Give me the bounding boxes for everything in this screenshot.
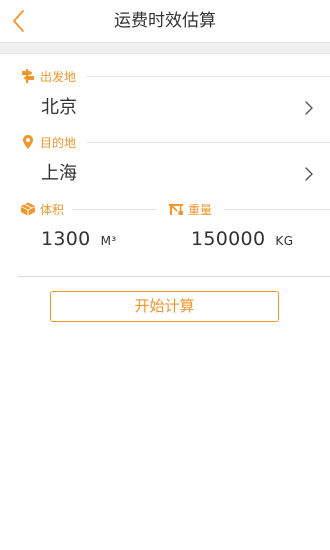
volume-label: 体积 [20,201,64,217]
origin-label-text: 出发地 [40,69,77,84]
chevron-right-icon [304,100,314,116]
volume-label-rule [72,209,156,210]
signpost-icon [20,68,36,84]
weight-label: 重量 [168,201,212,217]
section-separator [0,42,330,54]
form-divider [18,276,330,277]
volume-value: 1300 [41,228,91,250]
destination-label-text: 目的地 [40,135,77,150]
origin-label-rule [86,76,330,77]
crane-icon [168,201,184,217]
destination-label-rule [86,142,330,143]
weight-field[interactable]: 150000 KG [191,228,294,254]
page-title: 运费时效估算 [114,11,216,31]
destination-row[interactable]: 上海 [0,158,330,190]
origin-row[interactable]: 北京 [0,92,330,124]
weight-unit: KG [275,234,294,248]
origin-value: 北京 [41,97,77,118]
chevron-right-icon [304,166,314,182]
origin-label: 出发地 [20,68,76,84]
weight-label-rule [224,209,330,210]
volume-label-text: 体积 [40,202,65,217]
weight-value: 150000 [191,228,266,250]
volume-field[interactable]: 1300 M³ [41,228,117,254]
volume-unit: M³ [100,234,117,248]
header-bar: 运费时效估算 [0,0,330,42]
start-calculation-button[interactable]: 开始计算 [50,291,279,322]
weight-label-text: 重量 [188,202,213,217]
destination-label: 目的地 [20,134,76,150]
destination-value: 上海 [41,163,77,184]
box-icon [20,201,36,217]
location-pin-icon [20,134,36,150]
